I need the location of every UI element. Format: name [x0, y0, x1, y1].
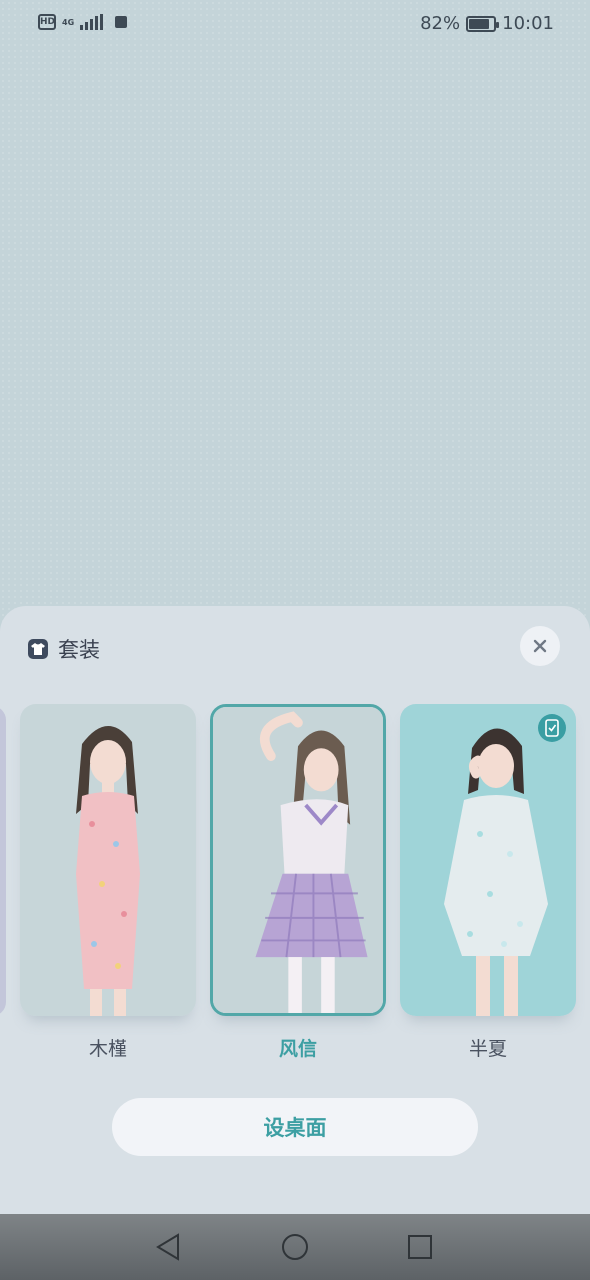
notification-icon [115, 16, 127, 28]
clock: 10:01 [502, 13, 554, 34]
triangle-back-icon[interactable] [152, 1231, 184, 1263]
close-button[interactable] [520, 626, 560, 666]
battery-level-fill [469, 18, 489, 29]
outfit-shirt-icon [28, 639, 48, 659]
outfit-card-mujin[interactable] [20, 704, 196, 1016]
phone-check-icon [538, 714, 566, 742]
battery-icon [466, 15, 500, 32]
battery-percent: 82% [420, 13, 461, 34]
outfit-label-banxia[interactable]: 半夏 [400, 1034, 576, 1061]
square-recents-icon[interactable] [404, 1231, 436, 1263]
outfit-card-fengxin[interactable] [210, 704, 386, 1016]
status-bar: HD 4G 82% 10:01 [0, 0, 590, 50]
set-desktop-button[interactable]: 设桌面 [112, 1098, 478, 1156]
signal-icon [80, 14, 103, 30]
network-type-label: 4G [62, 17, 75, 27]
previous-outfit-card-edge[interactable] [0, 706, 6, 1016]
outfit-sheet: 套装 木槿 风信 半夏 设桌面 [0, 606, 590, 1214]
navigation-bar [0, 1214, 590, 1280]
outfit-label-fengxin[interactable]: 风信 [210, 1034, 386, 1061]
sheet-header: 套装 [28, 634, 100, 664]
sheet-title: 套装 [58, 638, 100, 662]
outfit-card-banxia[interactable] [400, 704, 576, 1016]
close-icon [533, 639, 547, 653]
status-right: 82% 10:01 [420, 13, 554, 34]
circle-home-icon[interactable] [279, 1231, 311, 1263]
outfit-figure-image [20, 704, 196, 1016]
outfit-label-mujin[interactable]: 木槿 [20, 1034, 196, 1061]
outfit-figure-image [213, 707, 383, 1013]
outfit-figure-image [400, 704, 576, 1016]
hd-icon: HD [38, 14, 56, 30]
status-left: HD 4G [38, 14, 127, 30]
